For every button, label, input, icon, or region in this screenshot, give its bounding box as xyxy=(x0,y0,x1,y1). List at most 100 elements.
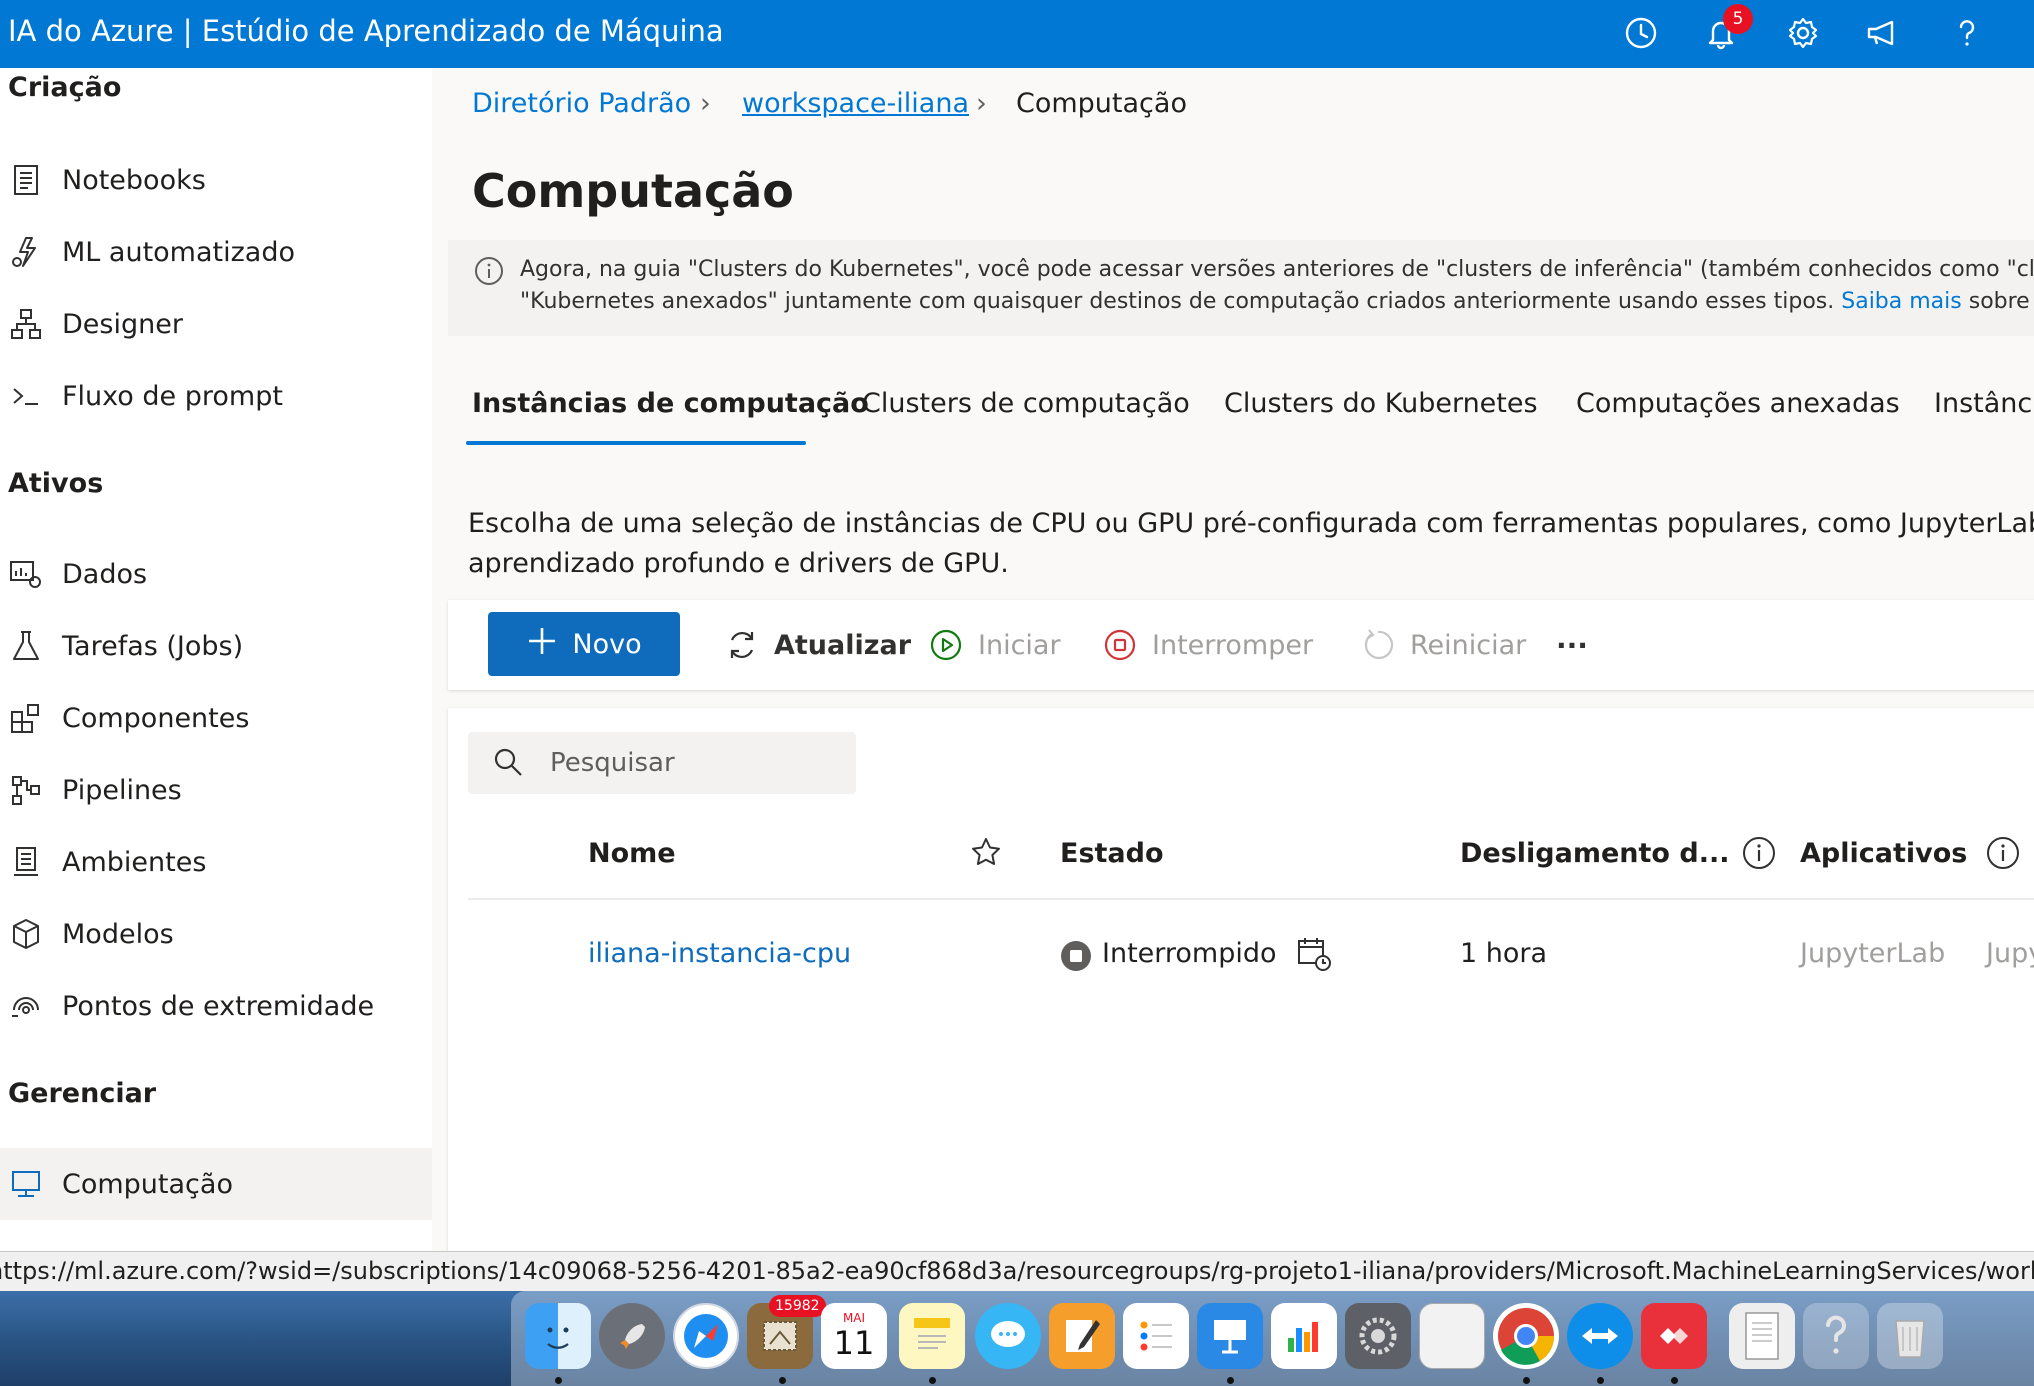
sidebar-item-modelos[interactable]: Modelos xyxy=(0,898,432,970)
breadcrumb-current: Computação xyxy=(1016,88,1187,119)
sidebar-item-label: Componentes xyxy=(62,702,250,734)
app-jupyter-link[interactable]: Jupyte xyxy=(1986,938,2034,969)
section-title-ativos: Ativos xyxy=(8,468,104,499)
numbers-chart-icon[interactable] xyxy=(1271,1303,1337,1369)
sidebar-item-designer[interactable]: Designer xyxy=(0,288,432,360)
components-icon xyxy=(8,700,44,736)
sidebar-item-endpoints[interactable]: Pontos de extremidade xyxy=(0,970,432,1042)
sidebar-item-label: Computação xyxy=(62,1168,233,1200)
system-preferences-gear-icon[interactable] xyxy=(1345,1303,1411,1369)
section-title-criacao: Criação xyxy=(8,72,122,103)
column-header-name[interactable]: Nome xyxy=(588,838,676,869)
column-header-shutdown[interactable]: Desligamento d... xyxy=(1460,838,1729,869)
csv-file-icon[interactable] xyxy=(1729,1303,1795,1369)
new-button-label: Novo xyxy=(572,628,642,660)
models-cube-icon xyxy=(8,916,44,952)
instance-name-link[interactable]: iliana-instancia-cpu xyxy=(588,938,851,969)
status-url: https://ml.azure.com/?wsid=/subscription… xyxy=(0,1257,2034,1285)
sidebar-item-ambientes[interactable]: Ambientes xyxy=(0,826,432,898)
pipelines-icon xyxy=(8,772,44,808)
stop-button[interactable]: Interromper xyxy=(1102,614,1313,676)
blank-document-icon[interactable] xyxy=(1419,1303,1485,1369)
mail-badge: 15982 xyxy=(769,1295,826,1317)
finder-icon[interactable] xyxy=(525,1303,591,1369)
settings-gear-icon[interactable] xyxy=(1782,12,1824,54)
restart-button[interactable]: Reiniciar xyxy=(1360,614,1526,676)
prompt-flow-icon xyxy=(8,378,44,414)
keynote-podium-icon[interactable] xyxy=(1197,1303,1263,1369)
calendar-icon[interactable]: MAI 11 xyxy=(821,1303,887,1369)
refresh-button[interactable]: Atualizar xyxy=(724,614,911,676)
column-header-state[interactable]: Estado xyxy=(1060,838,1164,869)
sidebar-item-pipelines[interactable]: Pipelines xyxy=(0,754,432,826)
chrome-browser-icon[interactable] xyxy=(1493,1303,1559,1369)
start-button[interactable]: Iniciar xyxy=(928,614,1061,676)
learn-more-link[interactable]: Saiba mais xyxy=(1841,289,1961,314)
unknown-app-question-icon[interactable] xyxy=(1803,1303,1869,1369)
tab-compute-clusters[interactable]: Clusters de computação xyxy=(862,388,1190,419)
running-indicator xyxy=(1227,1377,1234,1384)
help-question-icon[interactable] xyxy=(1946,12,1988,54)
running-indicator xyxy=(929,1377,936,1384)
anydesk-icon[interactable] xyxy=(1641,1303,1707,1369)
sidebar-item-label: Ambientes xyxy=(62,846,207,878)
tab-instances-truncated[interactable]: Instância xyxy=(1934,388,2034,419)
column-header-apps[interactable]: Aplicativos xyxy=(1800,838,1967,869)
info-line-2: "Kubernetes anexados" juntamente com qua… xyxy=(520,286,2034,318)
sidebar-item-label: Tarefas (Jobs) xyxy=(62,630,244,662)
sidebar-item-label: Pontos de extremidade xyxy=(62,990,375,1022)
sidebar-item-computacao[interactable]: Computação xyxy=(0,1148,432,1220)
instance-shutdown: 1 hora xyxy=(1460,938,1548,969)
more-options-button[interactable]: ··· xyxy=(1556,614,1588,676)
recent-clock-icon[interactable] xyxy=(1620,12,1662,54)
play-circle-icon xyxy=(928,627,964,663)
notebook-icon xyxy=(8,162,44,198)
apps-info-icon[interactable] xyxy=(1986,836,2020,870)
info-message-bar: Agora, na guia "Clusters do Kubernetes",… xyxy=(448,240,2034,336)
app-title[interactable]: IA do Azure | Estúdio de Aprendizado de … xyxy=(8,14,724,48)
breadcrumb-root[interactable]: Diretório Padrão xyxy=(472,88,691,119)
desktop-background: 15982 MAI 11 xyxy=(0,1291,2034,1386)
search-box[interactable] xyxy=(468,732,856,794)
breadcrumb-chevron-icon: › xyxy=(976,88,987,119)
messages-bubble-icon[interactable] xyxy=(975,1303,1041,1369)
tab-attached-computes[interactable]: Computações anexadas xyxy=(1576,388,1900,419)
sidebar-item-jobs[interactable]: Tarefas (Jobs) xyxy=(0,610,432,682)
teamviewer-icon[interactable] xyxy=(1567,1303,1633,1369)
jobs-flask-icon xyxy=(8,628,44,664)
pages-pen-icon[interactable] xyxy=(1049,1303,1115,1369)
breadcrumb-workspace[interactable]: workspace-iliana xyxy=(742,88,969,119)
sidebar-item-prompt-flow[interactable]: Fluxo de prompt xyxy=(0,360,432,432)
description-text: Escolha de uma seleção de instâncias de … xyxy=(468,504,2034,584)
shutdown-info-icon[interactable] xyxy=(1742,836,1776,870)
active-tab-indicator xyxy=(466,441,806,445)
notes-icon[interactable] xyxy=(899,1303,965,1369)
schedule-calendar-icon[interactable] xyxy=(1296,936,1332,972)
app-jupyterlab-link[interactable]: JupyterLab xyxy=(1800,938,1945,969)
sidebar-item-label: ML automatizado xyxy=(62,236,295,268)
sidebar-item-notebooks[interactable]: Notebooks xyxy=(0,144,432,216)
sidebar-item-label: Notebooks xyxy=(62,164,206,196)
info-text: Agora, na guia "Clusters do Kubernetes",… xyxy=(520,254,2034,318)
sidebar-item-automl[interactable]: ML automatizado xyxy=(0,216,432,288)
tab-kubernetes-clusters[interactable]: Clusters do Kubernetes xyxy=(1224,388,1538,419)
safari-compass-icon[interactable] xyxy=(673,1303,739,1369)
new-button[interactable]: Novo xyxy=(488,612,680,676)
stop-button-label: Interromper xyxy=(1152,629,1314,661)
left-sidebar: Criação Notebooks ML automatizado Design… xyxy=(0,68,432,1251)
sidebar-item-dados[interactable]: Dados xyxy=(0,538,432,610)
stop-circle-icon xyxy=(1102,627,1138,663)
launchpad-rocket-icon[interactable] xyxy=(599,1303,665,1369)
reminders-list-icon[interactable] xyxy=(1123,1303,1189,1369)
sidebar-item-label: Fluxo de prompt xyxy=(62,380,283,412)
search-input[interactable] xyxy=(550,742,840,784)
designer-icon xyxy=(8,306,44,342)
info-line-2-end: sobre os clus xyxy=(1968,289,2034,314)
favorite-star-icon[interactable] xyxy=(970,836,1002,868)
feedback-megaphone-icon[interactable] xyxy=(1862,12,1904,54)
refresh-button-label: Atualizar xyxy=(774,629,912,661)
sidebar-item-componentes[interactable]: Componentes xyxy=(0,682,432,754)
top-bar: IA do Azure | Estúdio de Aprendizado de … xyxy=(0,0,2034,68)
trash-icon[interactable] xyxy=(1877,1303,1943,1369)
tab-compute-instances[interactable]: Instâncias de computação xyxy=(472,388,869,419)
